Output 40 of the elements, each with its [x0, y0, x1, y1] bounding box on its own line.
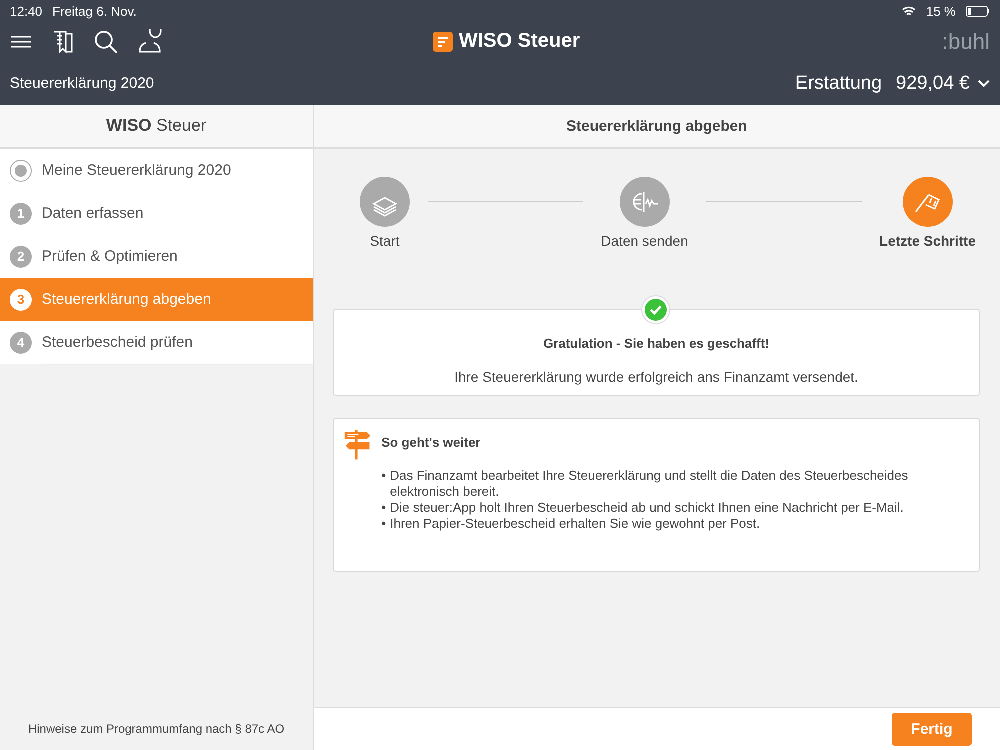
bullet: •	[382, 500, 386, 516]
status-time: 12:40	[10, 4, 43, 18]
info-text: Ihren Papier-Steuerbescheid erhalten Sie wie gewohnt per Post.	[390, 516, 760, 532]
step-label: Letzte Schritte	[880, 233, 976, 249]
bullet: •	[382, 516, 386, 532]
menu-icon[interactable]	[10, 35, 32, 49]
logo-icon	[433, 32, 453, 52]
brand-logo-text: :buhl	[942, 29, 990, 55]
step-number: 4	[10, 332, 32, 354]
step-number: 1	[10, 202, 32, 224]
status-date: Freitag 6. Nov.	[52, 4, 137, 18]
success-title: Gratulation - Sie haben es geschafft!	[542, 336, 771, 351]
bullet: •	[382, 468, 386, 485]
sidebar-item[interactable]: 1 Daten erfassen	[0, 192, 313, 235]
success-text: Ihre Steuererklärung wurde erfolgreich ans Finanzamt versendet.	[454, 369, 860, 385]
step-number: 2	[10, 246, 32, 268]
wifi-icon	[902, 6, 916, 16]
document-title: Steuererklärung 2020	[10, 75, 156, 92]
search-icon[interactable]	[94, 30, 118, 54]
step-label: Start	[370, 233, 400, 249]
sidebar-title: WISO Steuer	[106, 116, 207, 136]
sidebar-item[interactable]: 2 Prüfen & Optimieren	[0, 235, 313, 278]
sidebar-item[interactable]: 4 Steuerbescheid prüfen	[0, 321, 313, 364]
radio-icon	[10, 160, 32, 182]
legal-note[interactable]: Hinweise zum Programmumfang nach § 87c AO	[28, 722, 285, 736]
step-label: Daten senden	[601, 233, 688, 249]
sidebar-item[interactable]: Meine Steuererklärung 2020	[0, 149, 313, 192]
next-steps-title: So geht's weiter	[382, 435, 482, 450]
battery-icon	[966, 6, 990, 16]
step-number: 3	[10, 288, 32, 310]
page-title: Steuererklärung abgeben	[314, 105, 1000, 149]
book-icon[interactable]	[52, 30, 74, 54]
chevron-down-icon[interactable]	[978, 80, 990, 88]
battery-percent: 15 %	[926, 4, 956, 18]
info-text: Die steuer:App holt Ihren Steuerbescheid ab und schickt Ihnen eine Nachricht per E-Mail.	[390, 500, 904, 516]
signpost-icon	[344, 429, 372, 461]
refund-amount: 929,04 €	[896, 72, 970, 94]
app-logo-text: WISO Steuer	[459, 30, 580, 53]
refund-label: Erstattung	[795, 72, 882, 94]
info-text: Das Finanzamt bearbeitet Ihre Steuererklärung und stellt die Daten des Steuerbescheides elektronisch bereit.	[390, 468, 910, 500]
